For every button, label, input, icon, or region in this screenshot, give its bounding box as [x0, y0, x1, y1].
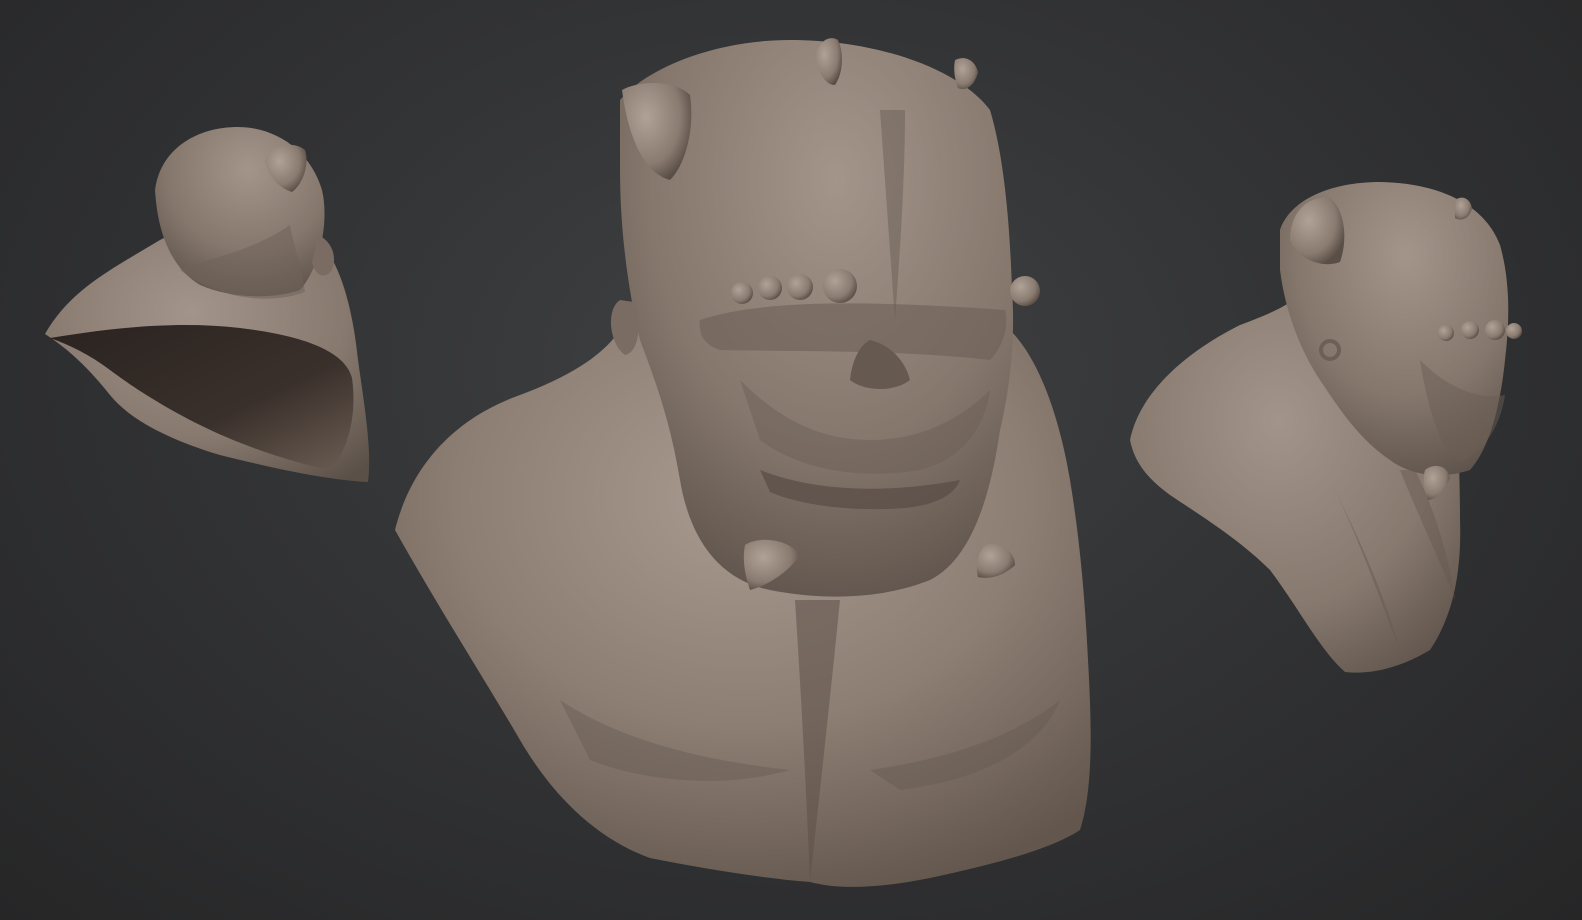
bust-front-view[interactable]	[395, 38, 1091, 887]
bust-back-view[interactable]	[45, 126, 370, 482]
bust-side-view[interactable]	[1130, 182, 1522, 673]
sculpt-viewport[interactable]	[0, 0, 1582, 920]
viewport-canvas[interactable]	[0, 0, 1582, 920]
